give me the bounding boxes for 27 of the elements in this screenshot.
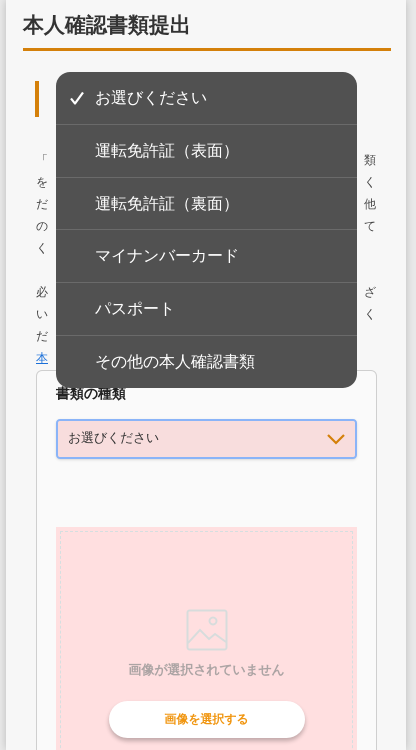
heading-bar	[35, 81, 39, 117]
menu-option[interactable]: マイナンバーカード	[56, 229, 357, 282]
document-type-select[interactable]: お選びください	[56, 419, 357, 459]
text-fragment: 類	[364, 152, 376, 169]
text-fragment: て	[364, 218, 376, 235]
text-fragment: を	[36, 174, 48, 191]
text-fragment: 他	[364, 196, 376, 213]
text-fragment: く	[364, 306, 376, 323]
text-fragment: い	[36, 306, 48, 323]
text-fragment: だ	[36, 328, 48, 345]
text-fragment: だ	[36, 196, 48, 213]
menu-option[interactable]: 運転免許証（表面）	[56, 124, 357, 177]
text-fragment: 「	[36, 152, 48, 169]
empty-message: 画像が選択されていません	[128, 662, 284, 680]
text-fragment: 必	[36, 284, 48, 301]
text-fragment: の	[36, 218, 48, 235]
menu-option[interactable]: お選びください	[56, 72, 357, 124]
link[interactable]: 本	[36, 351, 48, 365]
chevron-down-icon	[327, 434, 345, 444]
text-fragment: ざ	[364, 284, 376, 301]
page-title: 本人確認書類提出	[23, 12, 192, 39]
text-fragment: く	[36, 240, 48, 257]
checkmark-icon	[70, 91, 84, 104]
menu-option[interactable]: パスポート	[56, 282, 357, 336]
text-fragment: く	[364, 174, 376, 191]
menu-option[interactable]: 運転免許証（裏面）	[56, 176, 357, 230]
image-icon	[186, 609, 228, 651]
